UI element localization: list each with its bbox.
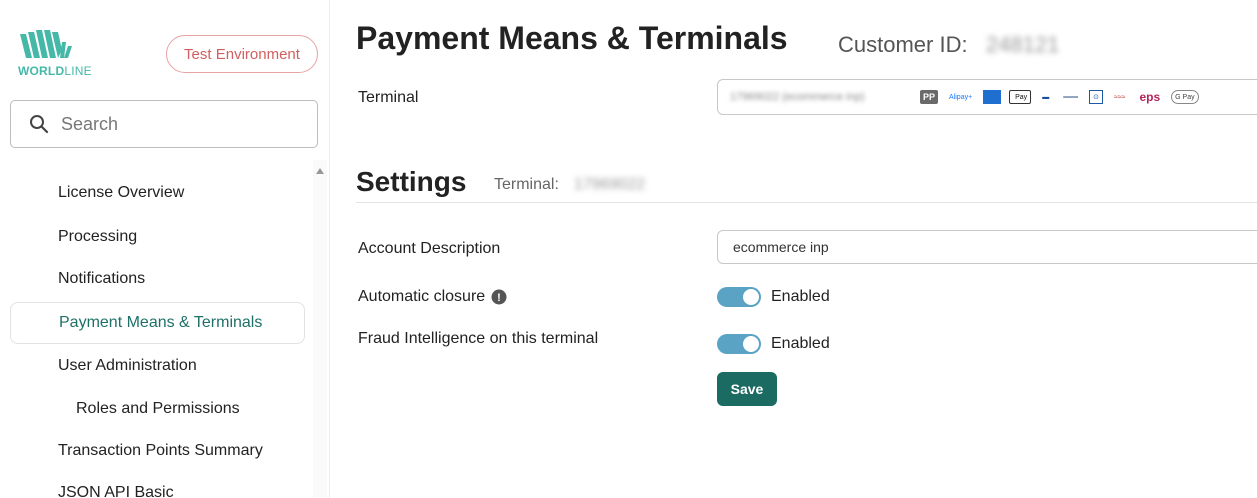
customer-id-label: Customer ID:: [838, 32, 968, 57]
terminal-label: Terminal: [358, 89, 419, 106]
settings-terminal-label: Terminal:: [494, 176, 559, 193]
amex-icon: [983, 90, 1002, 104]
sidebar: WORLDLINE Test Environment License Overv…: [0, 0, 330, 498]
sidebar-item-license-overview[interactable]: License Overview: [10, 172, 305, 214]
page-title: Payment Means & Terminals: [356, 20, 788, 56]
sidebar-item-transaction-points-summary[interactable]: Transaction Points Summary: [10, 430, 305, 472]
postfinance-icon: ≈≈≈: [1113, 93, 1126, 101]
account-description-label: Account Description: [358, 240, 501, 257]
save-button[interactable]: Save: [717, 372, 777, 406]
settings-terminal-value: 17969022: [574, 176, 646, 193]
environment-badge: Test Environment: [166, 35, 318, 73]
customer-id-value: 248121: [986, 32, 1060, 57]
alipay-icon: Alipay+: [949, 93, 973, 101]
sidebar-item-json-api-basic[interactable]: JSON API Basic: [10, 472, 305, 498]
automatic-closure-toggle-row: Enabled: [717, 287, 830, 307]
search-input[interactable]: [61, 113, 301, 135]
apple-pay-icon: Pay: [1009, 90, 1032, 104]
automatic-closure-label: Automatic closure !: [358, 288, 507, 306]
search-icon: [30, 115, 49, 134]
worldline-logo: [20, 30, 72, 58]
settings-divider: [356, 202, 1257, 203]
sidebar-item-notifications[interactable]: Notifications: [10, 258, 305, 300]
fraud-intelligence-state: Enabled: [771, 335, 830, 352]
giropay-icon: ⊙: [1089, 90, 1103, 104]
bancontact-icon: ▬: [1042, 93, 1050, 101]
sidebar-item-roles-permissions[interactable]: Roles and Permissions: [10, 388, 305, 430]
svg-text:!: !: [497, 292, 501, 304]
main-content: Payment Means & Terminals Customer ID: 2…: [331, 0, 1257, 498]
terminal-selected-value: 17969022 (ecommerce inp): [730, 91, 865, 103]
search-box[interactable]: [10, 100, 318, 148]
settings-title: Settings: [356, 166, 467, 197]
terminal-select[interactable]: 17969022 (ecommerce inp) PP Alipay+ Pay …: [717, 79, 1257, 115]
info-icon[interactable]: !: [491, 289, 507, 305]
sidebar-item-processing[interactable]: Processing: [10, 216, 305, 258]
paypal-icon: PP: [920, 90, 939, 104]
automatic-closure-state: Enabled: [771, 288, 830, 305]
logo-wordmark: WORLDLINE: [18, 64, 92, 78]
scroll-up-arrow-icon[interactable]: [316, 168, 324, 174]
account-description-input[interactable]: [717, 230, 1257, 264]
fraud-intelligence-toggle[interactable]: [717, 334, 761, 354]
eps-icon: eps: [1139, 90, 1161, 104]
google-pay-icon: G Pay: [1171, 90, 1199, 104]
bank-transfer-icon: ═══: [1063, 93, 1079, 101]
automatic-closure-toggle[interactable]: [717, 287, 761, 307]
fraud-intelligence-label: Fraud Intelligence on this terminal: [358, 330, 599, 347]
sidebar-item-user-administration[interactable]: User Administration: [10, 345, 305, 387]
sidebar-item-payment-means-terminals[interactable]: Payment Means & Terminals: [10, 302, 305, 344]
sidebar-scrollbar[interactable]: [313, 160, 327, 498]
fraud-intelligence-toggle-row: Enabled: [717, 334, 830, 354]
